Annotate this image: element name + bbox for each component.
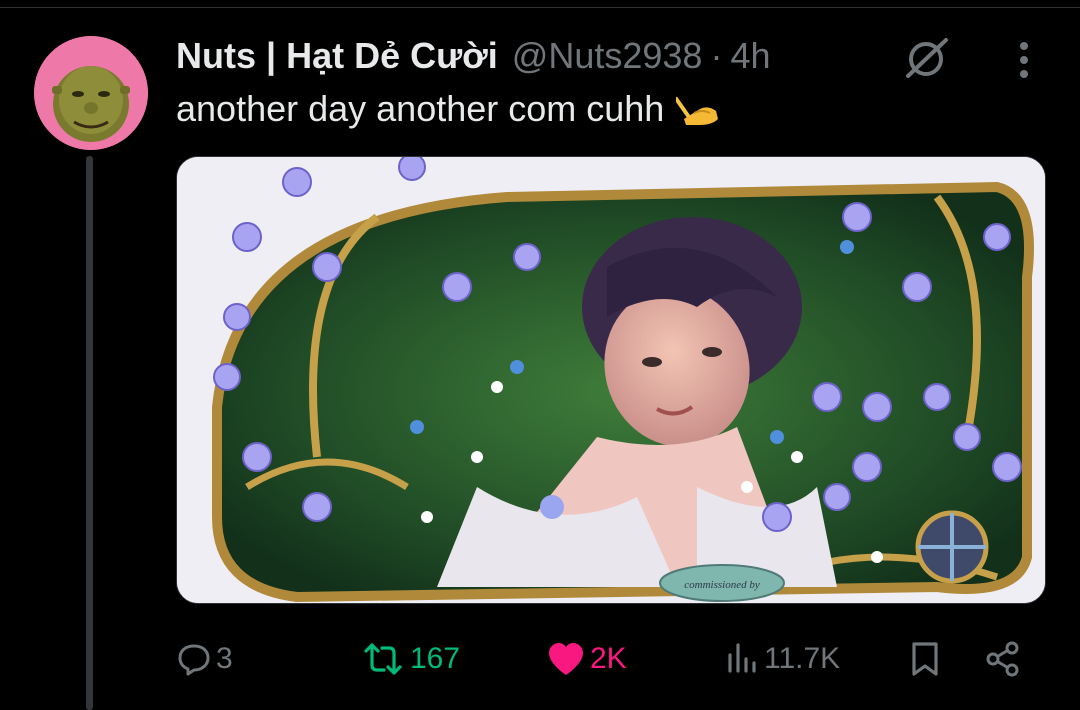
author-display-name[interactable]: Nuts | Hạt Dẻ Cười — [176, 35, 498, 77]
bookmark-button[interactable] — [908, 632, 942, 686]
bookmark-icon — [912, 642, 938, 676]
views-count: 11.7K — [764, 642, 841, 675]
tweet-timestamp[interactable]: 4h — [730, 35, 770, 77]
like-button[interactable]: 2K — [546, 632, 627, 686]
more-options-icon[interactable] — [1006, 38, 1042, 82]
author-avatar[interactable] — [34, 36, 148, 150]
repost-button[interactable]: 167 — [360, 632, 460, 686]
art-nouveau-flower-portrait-icon: commissioned by — [177, 157, 1045, 603]
like-count: 2K — [590, 642, 627, 675]
heart-icon — [549, 643, 583, 675]
repost-count: 167 — [410, 642, 461, 675]
author-handle[interactable]: @Nuts2938 — [512, 35, 703, 77]
separator-dot: · — [710, 35, 723, 76]
reply-icon — [178, 644, 210, 676]
repost-icon — [364, 643, 402, 675]
tweet-body: another day another com cuhh — [176, 88, 665, 129]
tweet-text: another day another com cuhh — [176, 88, 722, 130]
tweet-header: Nuts | Hạt Dẻ Cười @Nuts2938 · 4h — [176, 32, 770, 80]
grok-icon[interactable] — [900, 36, 954, 82]
reply-count: 3 — [216, 642, 233, 675]
views-icon — [728, 643, 756, 673]
share-button[interactable] — [984, 632, 1022, 686]
writing-hand-icon — [674, 89, 722, 129]
top-divider — [0, 7, 1080, 8]
tweet-action-bar: 3 167 2K 11.7K — [176, 632, 1036, 686]
green-ogre-avatar-icon — [34, 36, 148, 150]
tweet-media-image[interactable]: commissioned by — [176, 156, 1046, 604]
share-icon — [986, 641, 1019, 677]
views-button[interactable]: 11.7K — [724, 632, 840, 686]
reply-button[interactable]: 3 — [176, 632, 233, 686]
media-watermark: commissioned by — [684, 579, 760, 591]
thread-line — [86, 156, 93, 710]
